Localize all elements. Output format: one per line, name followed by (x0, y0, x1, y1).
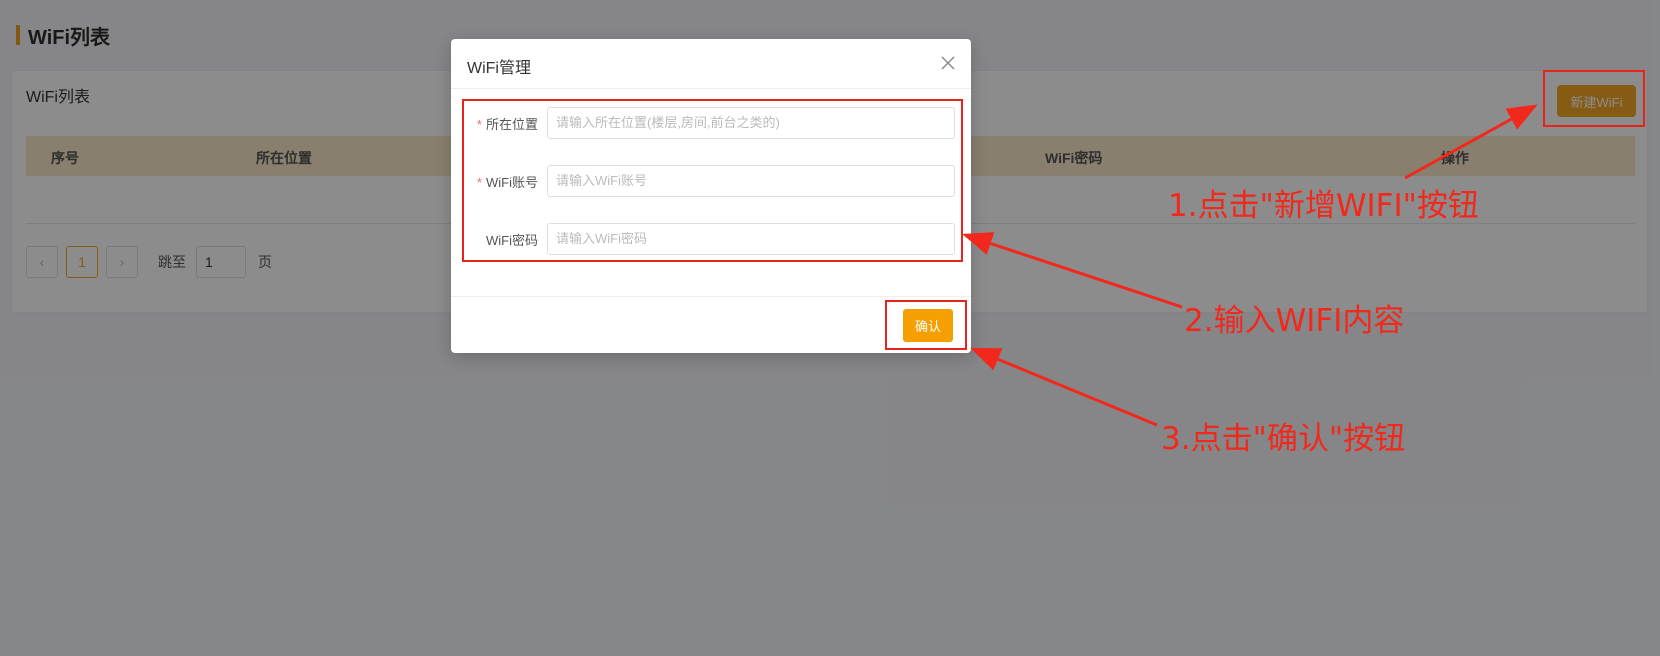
arrow-step2 (962, 232, 1183, 309)
annotation-arrows (962, 104, 1538, 427)
arrow-step3 (970, 347, 1158, 427)
annotation-step1: 1.点击"新增WIFI"按钮 (1168, 188, 1479, 224)
annotation-step2: 2.输入WIFI内容 (1184, 303, 1405, 339)
annotation-step3: 3.点击"确认"按钮 (1161, 421, 1406, 457)
arrow-step1 (1404, 104, 1538, 180)
